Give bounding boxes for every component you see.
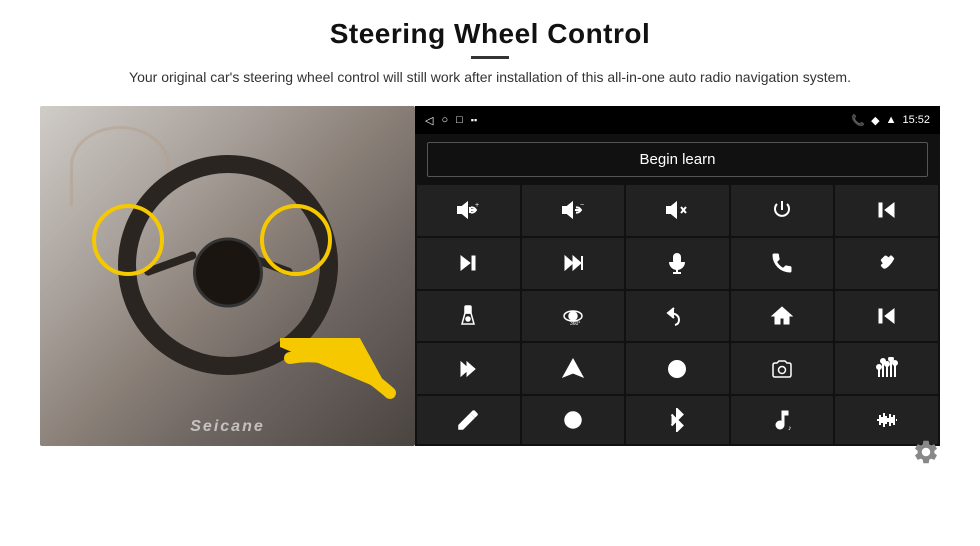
vol-mute-button[interactable] (626, 185, 729, 236)
title-divider (471, 56, 509, 59)
brand-watermark: Seicane (190, 418, 264, 436)
svg-text:♪: ♪ (788, 425, 792, 432)
status-bar-left: ◁ ○ □ ▪▪ (425, 114, 477, 127)
vol-down-button[interactable]: − (522, 185, 625, 236)
recents-icon: □ (456, 114, 463, 126)
steering-wheel-image: Seicane (40, 106, 415, 446)
page-bottom (40, 446, 940, 466)
svg-text:+: + (475, 202, 479, 209)
svg-text:360°: 360° (570, 321, 580, 327)
bluetooth-button[interactable] (626, 396, 729, 444)
swap-button[interactable] (626, 343, 729, 394)
back-nav-button[interactable] (626, 291, 729, 342)
time-display: 15:52 (902, 114, 930, 126)
title-section: Steering Wheel Control Your original car… (129, 18, 851, 88)
settings-gear-icon[interactable] (912, 438, 940, 466)
highlight-left (92, 204, 164, 276)
flashlight-button[interactable] (417, 291, 520, 342)
wifi-status-icon: ◆ (871, 114, 879, 127)
fast-forward-button[interactable] (417, 343, 520, 394)
music-button[interactable]: ♪ (731, 396, 834, 444)
icon-grid: + − (415, 185, 940, 446)
content-area: Seicane ◁ ○ □ ▪▪ 📞 ◆ ▲ 15:52 Be (40, 106, 940, 446)
next-play-button[interactable] (417, 238, 520, 289)
record-button[interactable] (522, 396, 625, 444)
camera-button[interactable] (731, 343, 834, 394)
highlight-right (260, 204, 332, 276)
status-bar: ◁ ○ □ ▪▪ 📞 ◆ ▲ 15:52 (415, 106, 940, 134)
signal-icon: ▪▪ (471, 115, 477, 125)
signal-strength-icon: ▲ (886, 114, 897, 126)
home-nav-button[interactable] (731, 291, 834, 342)
phone-status-icon: 📞 (851, 114, 865, 127)
equalizer-button[interactable] (835, 343, 938, 394)
waveform-button[interactable] (835, 396, 938, 444)
subtitle-text: Your original car's steering wheel contr… (129, 67, 851, 88)
svg-text:−: − (580, 202, 584, 209)
vol-up-button[interactable]: + (417, 185, 520, 236)
begin-learn-button[interactable]: Begin learn (427, 142, 928, 177)
next-track-skip-button[interactable] (522, 238, 625, 289)
page-title: Steering Wheel Control (129, 18, 851, 50)
prev-track-button[interactable] (835, 185, 938, 236)
microphone-button[interactable] (626, 238, 729, 289)
home-circle-icon: ○ (441, 114, 448, 126)
power-button[interactable] (731, 185, 834, 236)
control-panel: ◁ ○ □ ▪▪ 📞 ◆ ▲ 15:52 Begin learn + (415, 106, 940, 446)
hang-up-button[interactable] (835, 238, 938, 289)
skip-back-button[interactable] (835, 291, 938, 342)
pen-button[interactable] (417, 396, 520, 444)
yellow-arrow (280, 338, 410, 428)
navigation-button[interactable] (522, 343, 625, 394)
360-cam-button[interactable]: 360° (522, 291, 625, 342)
status-bar-right: 📞 ◆ ▲ 15:52 (851, 114, 930, 127)
back-icon: ◁ (425, 114, 433, 127)
phone-call-button[interactable] (731, 238, 834, 289)
sw-center-hub (193, 238, 263, 308)
